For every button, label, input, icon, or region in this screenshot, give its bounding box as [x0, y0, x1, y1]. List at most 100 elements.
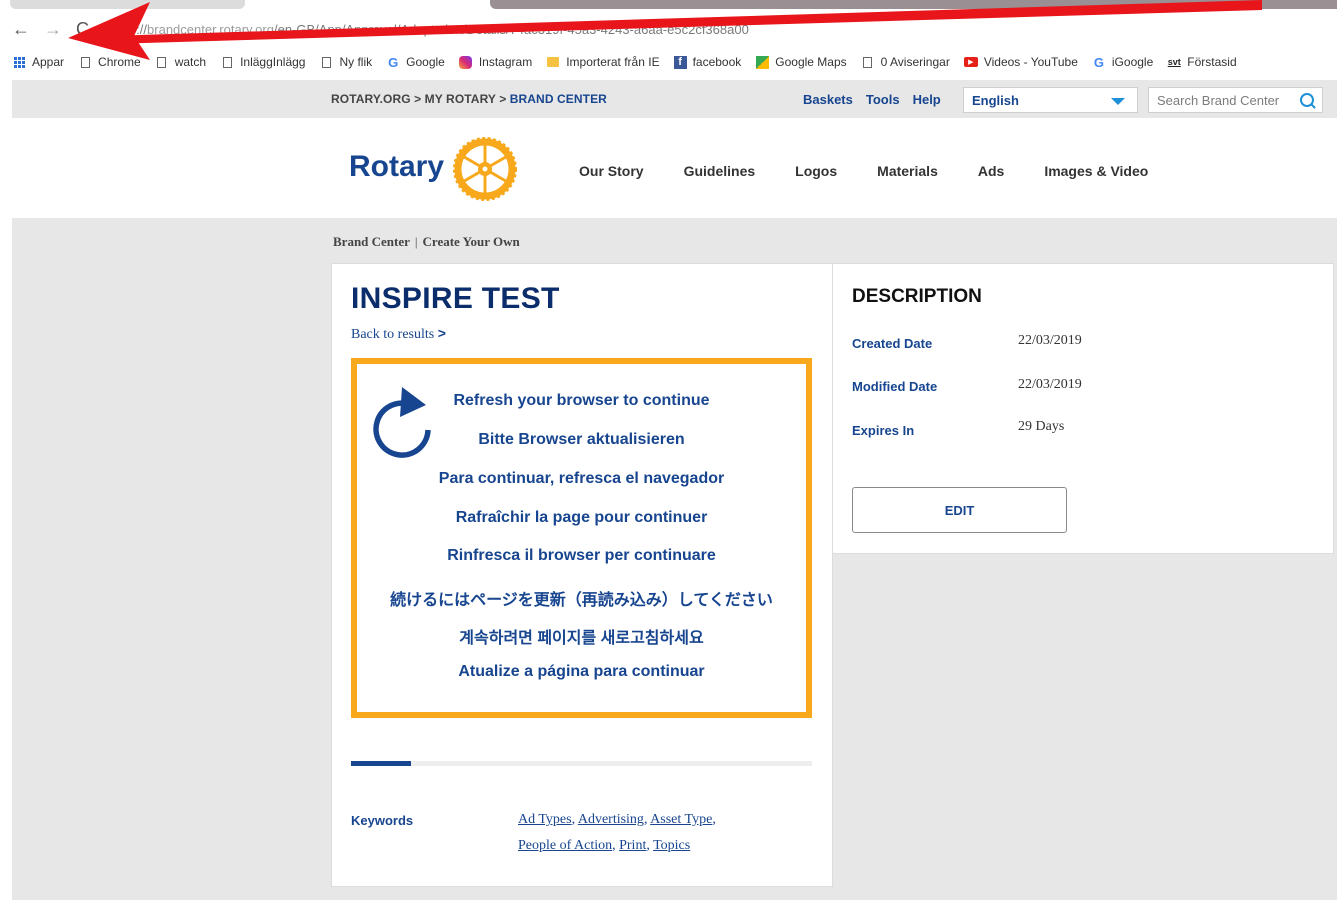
keyword-link[interactable]: Print	[619, 838, 646, 853]
keyword-link[interactable]: People of Action	[518, 838, 612, 853]
bookmark-label: Instagram	[478, 55, 533, 69]
apps-grid-icon	[12, 55, 26, 69]
google-icon: G	[1093, 54, 1104, 70]
folder-icon	[546, 55, 560, 69]
chevron-down-icon	[1111, 98, 1125, 105]
bookmark-apps[interactable]: Appar	[12, 55, 64, 69]
expires-label: Expires In	[852, 423, 915, 438]
bookmark-label: Förstasid	[1187, 55, 1237, 69]
expires-value: 29 Days	[1018, 419, 1065, 434]
bookmark-youtube[interactable]: ▶ Videos - YouTube	[963, 55, 1078, 69]
baskets-link[interactable]: Baskets	[803, 92, 853, 107]
bookmark-label: Google Maps	[775, 55, 847, 69]
preview-message: 계속하려면 페이지를 새로고침하세요	[459, 630, 704, 647]
browser-tab[interactable]	[490, 0, 1337, 9]
carousel-progress-track	[351, 761, 812, 766]
bookmark-importerat[interactable]: Importerat från IE	[546, 55, 660, 69]
nav-guidelines[interactable]: Guidelines	[684, 163, 756, 179]
main-nav: Our Story Guidelines Logos Materials Ads…	[579, 163, 1188, 179]
page-title: INSPIRE TEST	[351, 282, 560, 315]
modified-date-label: Modified Date	[852, 379, 938, 394]
edit-button[interactable]: EDIT	[852, 487, 1067, 533]
bookmark-label: Importerat från IE	[566, 55, 660, 69]
nav-ads[interactable]: Ads	[978, 163, 1004, 179]
breadcrumb-root[interactable]: Brand Center	[333, 234, 410, 249]
bookmark-instagram[interactable]: Instagram	[459, 55, 532, 69]
bookmark-google-maps[interactable]: Google Maps	[755, 55, 847, 69]
preview-message: Para continuar, refresca el navegador	[438, 470, 725, 487]
browser-tab[interactable]	[10, 0, 245, 9]
forward-icon[interactable]: →	[44, 17, 62, 41]
site-breadcrumb-path[interactable]: ROTARY.ORG > MY ROTARY >	[331, 92, 510, 106]
bookmark-label: Videos - YouTube	[983, 55, 1078, 69]
page-icon	[78, 55, 92, 69]
preview-message: Rinfresca il browser per continuare	[447, 547, 716, 564]
language-select[interactable]: English	[963, 87, 1138, 113]
language-value: English	[972, 93, 1019, 108]
created-date-value: 22/03/2019	[1018, 333, 1082, 348]
rotary-wheel-icon[interactable]	[453, 137, 517, 201]
breadcrumb: Brand Center | Create Your Own	[333, 234, 520, 250]
bookmark-inlagg[interactable]: InläggInlägg	[220, 55, 305, 69]
bookmark-forstasid[interactable]: svt Förstasid	[1167, 55, 1237, 69]
search-input[interactable]	[1155, 92, 1299, 109]
tab-strip	[0, 0, 1337, 12]
preview-message: Bitte Browser aktualisieren	[478, 431, 685, 448]
preview-message: Refresh your browser to continue	[453, 392, 710, 409]
bookmark-chrome[interactable]: Chrome	[78, 55, 141, 69]
search-box[interactable]	[1148, 87, 1323, 113]
back-to-results-link[interactable]: Back to results >	[351, 325, 446, 343]
bookmark-label: Google	[406, 55, 445, 69]
bookmark-ny-flik[interactable]: Ny flik	[319, 55, 372, 69]
search-icon[interactable]	[1300, 93, 1314, 107]
page-icon	[861, 55, 875, 69]
bookmark-facebook[interactable]: f facebook	[673, 55, 742, 69]
url-host: brandcenter.rotary.org	[147, 22, 274, 37]
keyword-link[interactable]: Advertising	[578, 812, 644, 827]
bookmark-google[interactable]: G Google	[386, 54, 445, 70]
bookmark-label: iGoogle	[1111, 55, 1154, 69]
url-field[interactable]: https://brandcenter.rotary.org/en-GB/App…	[108, 22, 749, 37]
site-breadcrumb-current[interactable]: BRAND CENTER	[510, 92, 607, 106]
nav-our-story[interactable]: Our Story	[579, 163, 644, 179]
breadcrumb-current: Create Your Own	[422, 234, 520, 249]
maps-icon	[755, 55, 769, 69]
bookmark-label: Appar	[32, 55, 65, 69]
bookmark-label: facebook	[692, 55, 742, 69]
bookmark-label: Ny flik	[339, 55, 373, 69]
bookmark-watch[interactable]: watch	[155, 55, 206, 69]
bookmark-label: InläggInlägg	[240, 55, 306, 69]
bookmark-igoogle[interactable]: GiGoogle	[1092, 54, 1154, 70]
reload-icon[interactable]: C	[76, 17, 89, 41]
keyword-link[interactable]: Topics	[653, 838, 690, 853]
back-icon[interactable]: ←	[12, 17, 30, 41]
url-path: /en-GB/App/Approval/Adaptation/Details/7…	[273, 22, 749, 37]
url-scheme: https://	[108, 22, 148, 37]
facebook-icon: f	[673, 55, 687, 69]
utility-links: Baskets Tools Help	[803, 92, 954, 107]
rotary-logo-text[interactable]: Rotary	[349, 150, 444, 184]
keyword-link[interactable]: Ad Types	[518, 812, 572, 827]
bookmark-label: watch	[174, 55, 207, 69]
google-icon: G	[388, 54, 399, 70]
instagram-icon	[459, 55, 473, 69]
keywords-label: Keywords	[351, 813, 414, 828]
description-title: DESCRIPTION	[852, 286, 982, 307]
bookmark-aviseringar[interactable]: 0 Aviseringar	[861, 55, 950, 69]
page-icon	[155, 55, 169, 69]
site-breadcrumb[interactable]: ROTARY.ORG > MY ROTARY > BRAND CENTER	[331, 92, 607, 106]
back-link-label: Back to results	[351, 327, 435, 342]
tools-link[interactable]: Tools	[866, 92, 900, 107]
youtube-icon: ▶	[963, 57, 978, 67]
breadcrumb-separator: |	[414, 234, 418, 249]
nav-images-video[interactable]: Images & Video	[1044, 163, 1148, 179]
nav-logos[interactable]: Logos	[795, 163, 837, 179]
keyword-link[interactable]: Asset Type	[650, 812, 712, 827]
nav-materials[interactable]: Materials	[877, 163, 938, 179]
carousel-progress-fill	[351, 761, 411, 766]
help-link[interactable]: Help	[913, 92, 941, 107]
created-date-label: Created Date	[852, 336, 933, 351]
chevron-right-icon: >	[437, 325, 446, 341]
utility-bar	[12, 80, 1337, 118]
preview-message: Atualize a página para continuar	[458, 663, 705, 680]
